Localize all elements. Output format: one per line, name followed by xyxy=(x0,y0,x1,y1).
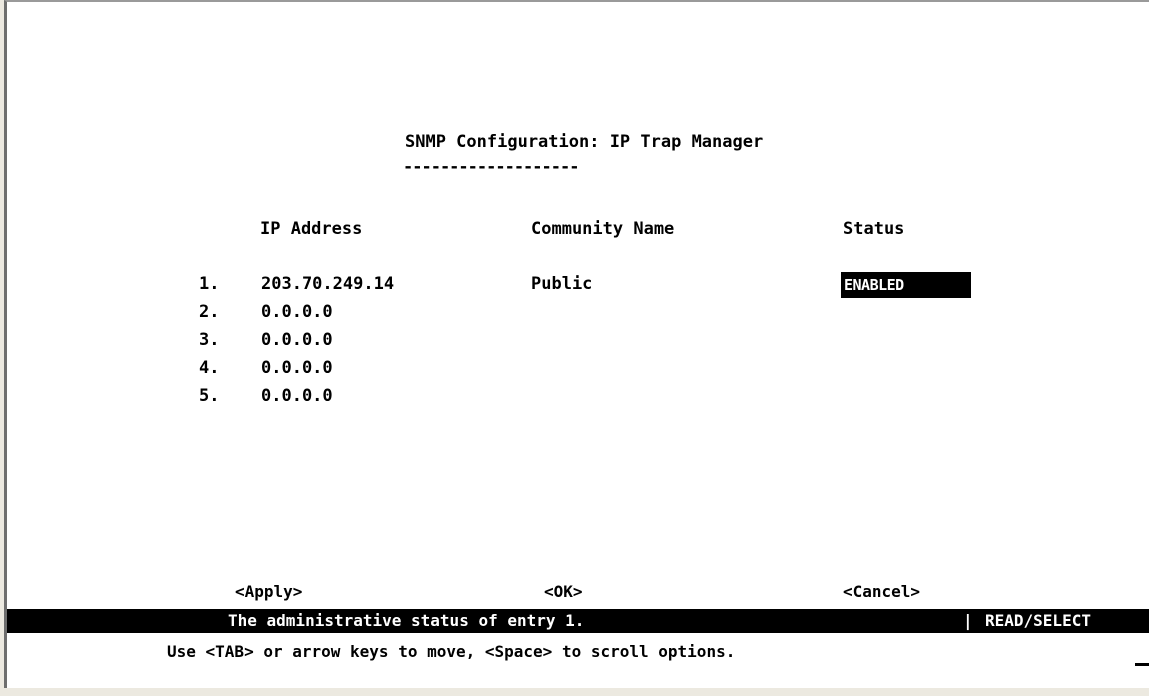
status-bar: The administrative status of entry 1. | … xyxy=(7,609,1149,633)
community-name-field[interactable]: Public xyxy=(531,274,592,294)
column-header-community-name: Community Name xyxy=(531,219,675,239)
status-message: The administrative status of entry 1. xyxy=(228,611,585,630)
ip-address-field[interactable]: 0.0.0.0 xyxy=(261,330,333,350)
cancel-button[interactable]: <Cancel> xyxy=(843,582,920,602)
column-header-status: Status xyxy=(843,219,905,239)
status-mode: READ/SELECT xyxy=(985,611,1091,630)
status-separator: | xyxy=(963,611,973,630)
row-number: 5. xyxy=(199,386,220,406)
ip-address-field[interactable]: 203.70.249.14 xyxy=(261,274,394,294)
terminal-window: SNMP Configuration: IP Trap Manager ----… xyxy=(4,0,1149,688)
ip-address-field[interactable]: 0.0.0.0 xyxy=(261,358,333,378)
page-title: SNMP Configuration: IP Trap Manager xyxy=(405,132,764,152)
row-number: 3. xyxy=(199,330,220,350)
table-row: 4. 0.0.0.0 xyxy=(7,358,1149,382)
column-header-ip-address: IP Address xyxy=(260,219,363,239)
ip-address-field[interactable]: 0.0.0.0 xyxy=(261,386,333,406)
title-underline: ------------------- xyxy=(403,157,579,177)
row-number: 1. xyxy=(199,274,220,294)
help-text: Use <TAB> or arrow keys to move, <Space>… xyxy=(167,642,736,661)
status-selector[interactable]: ENABLED xyxy=(841,272,971,298)
ok-button[interactable]: <OK> xyxy=(544,582,583,602)
table-row: 5. 0.0.0.0 xyxy=(7,386,1149,410)
row-number: 2. xyxy=(199,302,220,322)
apply-button[interactable]: <Apply> xyxy=(235,582,302,602)
text-cursor xyxy=(1135,663,1149,666)
ip-address-field[interactable]: 0.0.0.0 xyxy=(261,302,333,322)
table-row: 2. 0.0.0.0 xyxy=(7,302,1149,326)
row-number: 4. xyxy=(199,358,220,378)
table-row: 3. 0.0.0.0 xyxy=(7,330,1149,354)
table-row: 1. 203.70.249.14 Public ENABLED xyxy=(7,272,1149,298)
